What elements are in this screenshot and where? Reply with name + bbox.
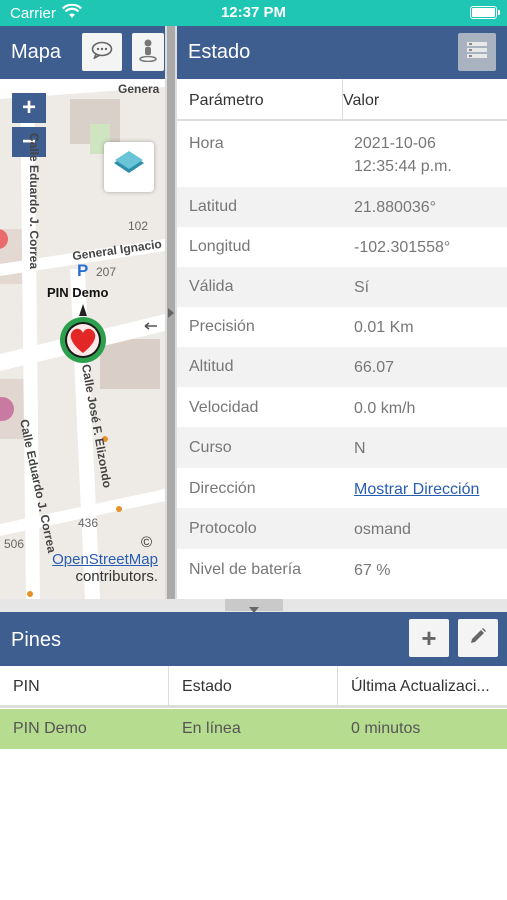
openstreetmap-link[interactable]: OpenStreetMap: [52, 551, 158, 568]
chat-bubble-icon: [91, 41, 113, 64]
chat-button[interactable]: [82, 33, 122, 71]
center-on-pin-button[interactable]: [132, 33, 164, 71]
pin-row-selected[interactable]: PIN Demo En línea 0 minutos: [0, 709, 507, 749]
person-pin-icon: [139, 38, 157, 67]
map-number-207: 207: [96, 265, 117, 279]
panel-resize-handle[interactable]: [165, 26, 177, 599]
param-value: -102.301558°: [354, 239, 451, 256]
param-label: Protocolo: [189, 520, 257, 537]
heart-marker-icon[interactable]: [58, 303, 108, 370]
status-row-protocolo: Protocolo osmand: [177, 508, 507, 549]
status-bar: Carrier 12:37 PM: [0, 0, 507, 26]
list-view-icon: [466, 41, 488, 64]
param-value: osmand: [354, 521, 411, 538]
param-value: 66.07: [354, 359, 395, 376]
param-label: Precisión: [189, 318, 255, 335]
list-view-button[interactable]: [458, 33, 496, 71]
layers-icon: [112, 149, 146, 186]
map-header: Mapa: [0, 26, 165, 79]
status-header: Estado: [177, 26, 507, 79]
param-label: Válida: [189, 278, 234, 295]
value-line-time: 12:35:44 p.m.: [354, 158, 452, 175]
column-header-estado[interactable]: Estado: [182, 678, 232, 696]
status-row-valida: Válida Sí: [177, 267, 507, 307]
param-value: Sí: [354, 279, 370, 296]
status-row-precision: Precisión 0.01 Km: [177, 307, 507, 347]
edit-pin-button[interactable]: [458, 619, 498, 657]
param-value: 0.0 km/h: [354, 400, 416, 417]
status-table-header: Parámetro Valor: [177, 79, 507, 121]
pin-updated-cell: 0 minutos: [351, 720, 421, 737]
status-row-hora: Hora 2021-10-06 12:35:44 p.m.: [177, 123, 507, 187]
param-label: Nivel de batería: [189, 561, 302, 578]
column-header-valor[interactable]: Valor: [343, 92, 379, 110]
battery-icon: [470, 6, 500, 19]
param-value: 2021-10-06 12:35:44 p.m.: [354, 132, 452, 178]
zoom-in-button[interactable]: +: [12, 93, 46, 123]
param-label: Latitud: [189, 198, 238, 215]
clock: 12:37 PM: [220, 4, 287, 21]
plus-icon: +: [421, 623, 437, 653]
param-label: Hora: [189, 135, 224, 152]
param-label: Longitud: [189, 238, 251, 255]
chevron-right-icon: [167, 306, 175, 324]
show-address-link[interactable]: Mostrar Dirección: [354, 478, 479, 501]
panel-collapse-handle[interactable]: [0, 599, 507, 613]
param-value: 67 %: [354, 562, 391, 579]
status-row-latitud: Latitud 21.880036°: [177, 187, 507, 227]
value-line-date: 2021-10-06: [354, 135, 436, 152]
pins-table-header: PIN Estado Última Actualizaci...: [0, 666, 507, 708]
param-label: Dirección: [189, 480, 256, 497]
status-row-altitud: Altitud 66.07: [177, 347, 507, 387]
street-label-genera: Genera: [118, 82, 160, 96]
street-label-calle-eduardo-top: Calle Eduardo J. Correa: [27, 132, 42, 270]
status-table: Parámetro Valor Hora 2021-10-06 12:35:44…: [177, 79, 507, 599]
map-number-102: 102: [128, 219, 149, 233]
map-view[interactable]: + − Genera General Ignacio Calle Eduardo…: [0, 79, 165, 599]
column-header-ultima-actualizacion[interactable]: Última Actualizaci...: [351, 678, 490, 696]
column-separator: [337, 666, 338, 708]
pins-header: Pines +: [0, 612, 507, 666]
param-value: 0.01 Km: [354, 319, 414, 336]
map-title: Mapa: [11, 41, 62, 63]
column-separator: [168, 666, 169, 708]
param-value: 21.880036°: [354, 199, 437, 216]
status-row-curso: Curso N: [177, 427, 507, 468]
map-attribution: © OpenStreetMap contributors.: [8, 534, 158, 585]
param-label: Velocidad: [189, 399, 259, 416]
pin-name-cell: PIN Demo: [13, 720, 87, 737]
param-label: Curso: [189, 439, 232, 456]
add-pin-button[interactable]: +: [409, 619, 449, 657]
collapse-tab[interactable]: [225, 599, 283, 613]
status-row-direccion: Dirección Mostrar Dirección: [177, 468, 507, 508]
attribution-contributors: contributors.: [75, 568, 158, 585]
status-title: Estado: [188, 41, 251, 63]
pencil-icon: [469, 627, 487, 650]
status-row-longitud: Longitud -102.301558°: [177, 227, 507, 267]
map-number-436: 436: [78, 516, 99, 530]
layers-button[interactable]: [104, 142, 154, 192]
pins-title: Pines: [11, 629, 62, 651]
status-row-velocidad: Velocidad 0.0 km/h: [177, 387, 507, 427]
param-label: Altitud: [189, 358, 234, 375]
pin-status-cell: En línea: [182, 720, 241, 737]
attribution-copyright: ©: [140, 534, 152, 551]
column-header-pin[interactable]: PIN: [13, 678, 40, 696]
param-value: N: [354, 440, 366, 457]
status-row-bateria: Nivel de batería 67 %: [177, 549, 507, 589]
column-header-parametro[interactable]: Parámetro: [189, 92, 264, 110]
pin-map-label: PIN Demo: [47, 285, 109, 300]
parking-icon: P: [77, 261, 89, 280]
